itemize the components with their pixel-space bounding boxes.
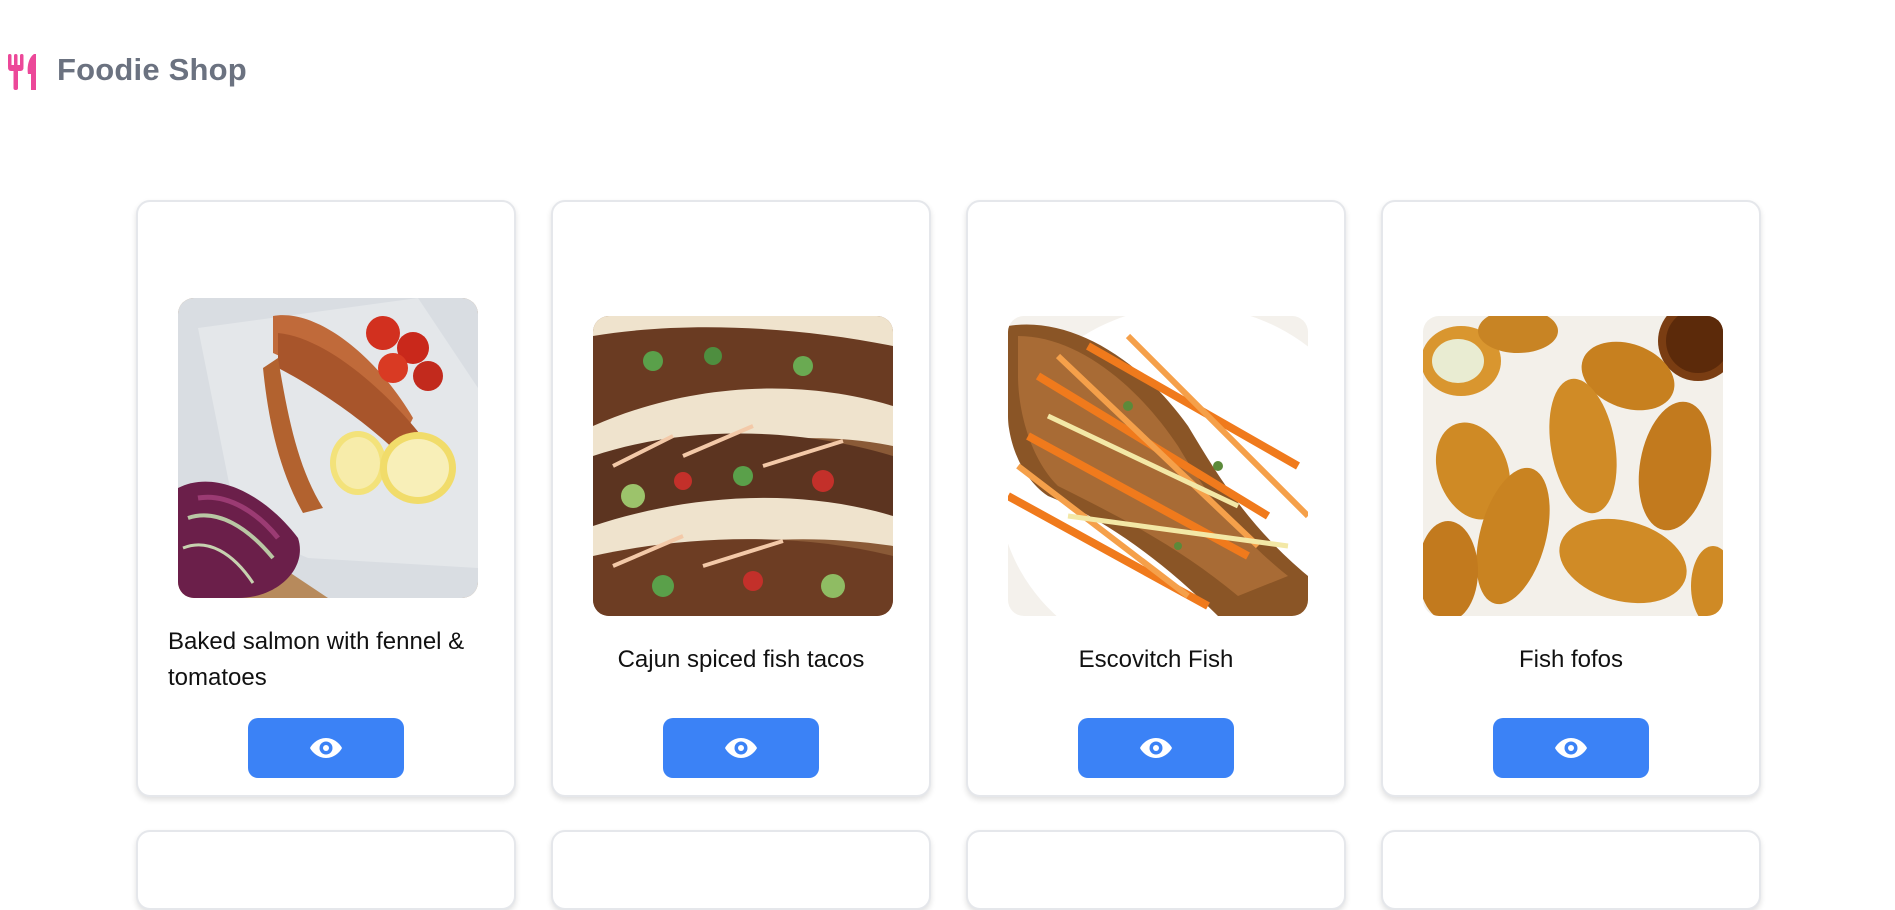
product-card bbox=[966, 830, 1346, 910]
baked-salmon-image bbox=[178, 298, 478, 598]
product-title[interactable]: Cajun spiced fish tacos bbox=[583, 642, 899, 678]
product-card bbox=[551, 830, 931, 910]
product-card bbox=[1381, 830, 1761, 910]
eye-icon bbox=[1555, 738, 1587, 758]
escovitch-fish-image bbox=[1008, 316, 1308, 616]
product-title[interactable]: Fish fofos bbox=[1413, 642, 1729, 678]
eye-icon bbox=[310, 738, 342, 758]
product-title[interactable]: Escovitch Fish bbox=[998, 642, 1314, 678]
product-card bbox=[136, 830, 516, 910]
product-card: Cajun spiced fish tacos bbox=[551, 200, 931, 797]
product-card: Baked salmon with fennel & tomatoes bbox=[136, 200, 516, 797]
fish-fofos-image bbox=[1423, 316, 1723, 616]
view-button[interactable] bbox=[1078, 718, 1234, 778]
product-card: Escovitch Fish bbox=[966, 200, 1346, 797]
eye-icon bbox=[1140, 738, 1172, 758]
view-button[interactable] bbox=[663, 718, 819, 778]
product-title[interactable]: Baked salmon with fennel & tomatoes bbox=[168, 624, 484, 696]
brand-name[interactable]: Foodie Shop bbox=[57, 52, 247, 88]
eye-icon bbox=[725, 738, 757, 758]
view-button[interactable] bbox=[1493, 718, 1649, 778]
product-card: Fish fofos bbox=[1381, 200, 1761, 797]
utensils-icon[interactable] bbox=[6, 52, 40, 92]
view-button[interactable] bbox=[248, 718, 404, 778]
fish-tacos-image bbox=[593, 316, 893, 616]
